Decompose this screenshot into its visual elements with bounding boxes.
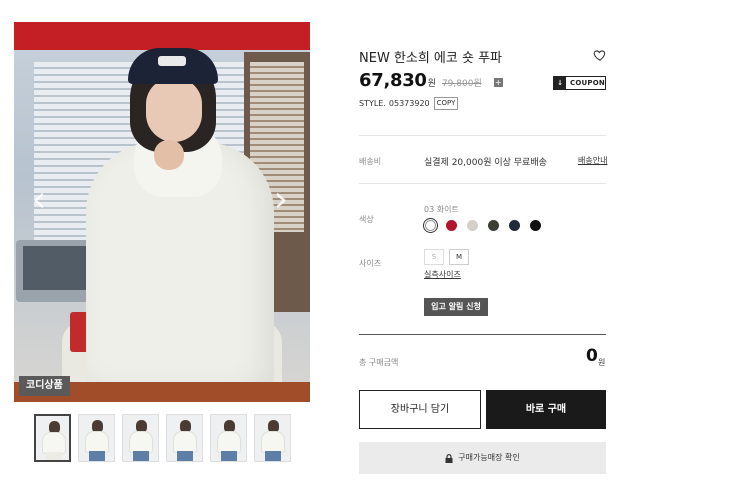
store-availability-button[interactable]: 구매가능매장 확인	[359, 442, 606, 474]
product-title: NEW 한소희 에코 숏 푸파	[359, 51, 503, 66]
thumbnail-4[interactable]	[166, 414, 203, 462]
lock-icon	[445, 453, 453, 463]
size-options: S M	[424, 249, 469, 265]
total-price-unit: 원	[598, 358, 606, 367]
thumbnail-3[interactable]	[122, 414, 159, 462]
sale-price: 67,830	[359, 70, 427, 91]
size-option-s[interactable]: S	[424, 249, 444, 265]
background-monitor	[16, 240, 96, 302]
size-option-m[interactable]: M	[449, 249, 469, 265]
prev-image-arrow-icon[interactable]: ‹	[28, 180, 50, 220]
color-swatch-navy[interactable]	[507, 218, 522, 233]
buy-now-button[interactable]: 바로 구매	[486, 390, 606, 429]
total-price-label: 총 구매금액	[359, 358, 399, 367]
color-label: 색상	[359, 215, 374, 224]
next-image-arrow-icon[interactable]: ›	[270, 180, 292, 220]
size-label: 사이즈	[359, 259, 382, 268]
heart-icon[interactable]	[593, 48, 607, 62]
style-code: 05373920	[388, 99, 430, 108]
style-code-row: STYLE. 05373920 COPY	[359, 97, 459, 110]
color-swatch-black[interactable]	[528, 218, 543, 233]
color-swatch-white[interactable]	[423, 218, 438, 233]
price-row: 67,830 원 79,800원 +	[359, 70, 503, 91]
color-swatch-red[interactable]	[444, 218, 459, 233]
shipping-info: 실결제 20,000원 이상 무료배송	[424, 158, 547, 168]
color-swatches	[423, 218, 543, 233]
size-guide-link[interactable]: 실측사이즈	[424, 269, 461, 280]
coordi-product-badge[interactable]: 코디상품	[19, 376, 70, 396]
selected-color-name: 03 화이트	[424, 205, 459, 214]
model-face	[146, 78, 202, 142]
coupon-button[interactable]: ↓ COUPON	[553, 76, 606, 90]
thumbnail-2[interactable]	[78, 414, 115, 462]
style-label: STYLE.	[359, 99, 386, 108]
model-cap	[128, 48, 218, 84]
divider	[359, 183, 606, 184]
original-price: 79,800원	[441, 79, 482, 89]
download-icon: ↓	[554, 77, 566, 89]
price-unit: 원	[427, 79, 436, 89]
thumbnail-strip	[34, 414, 291, 462]
main-product-image[interactable]	[14, 22, 310, 402]
color-swatch-beige[interactable]	[465, 218, 480, 233]
thumbnail-5[interactable]	[210, 414, 247, 462]
divider	[359, 334, 606, 335]
copy-button[interactable]: COPY	[433, 97, 459, 110]
total-price-value: 0	[586, 346, 598, 366]
coupon-label: COUPON	[570, 79, 605, 87]
store-availability-label: 구매가능매장 확인	[458, 453, 520, 462]
restock-alert-button[interactable]: 입고 알림 신청	[424, 298, 488, 316]
shipping-guide-link[interactable]: 배송안내	[578, 155, 607, 166]
thumbnail-1[interactable]	[34, 414, 71, 462]
plus-icon[interactable]: +	[493, 78, 503, 87]
shipping-label: 배송비	[359, 157, 382, 166]
divider	[359, 135, 606, 136]
add-to-cart-button[interactable]: 장바구니 담기	[359, 390, 481, 429]
thumbnail-6[interactable]	[254, 414, 291, 462]
background-sign	[14, 22, 310, 50]
color-swatch-khaki[interactable]	[486, 218, 501, 233]
model-hand	[154, 140, 184, 170]
